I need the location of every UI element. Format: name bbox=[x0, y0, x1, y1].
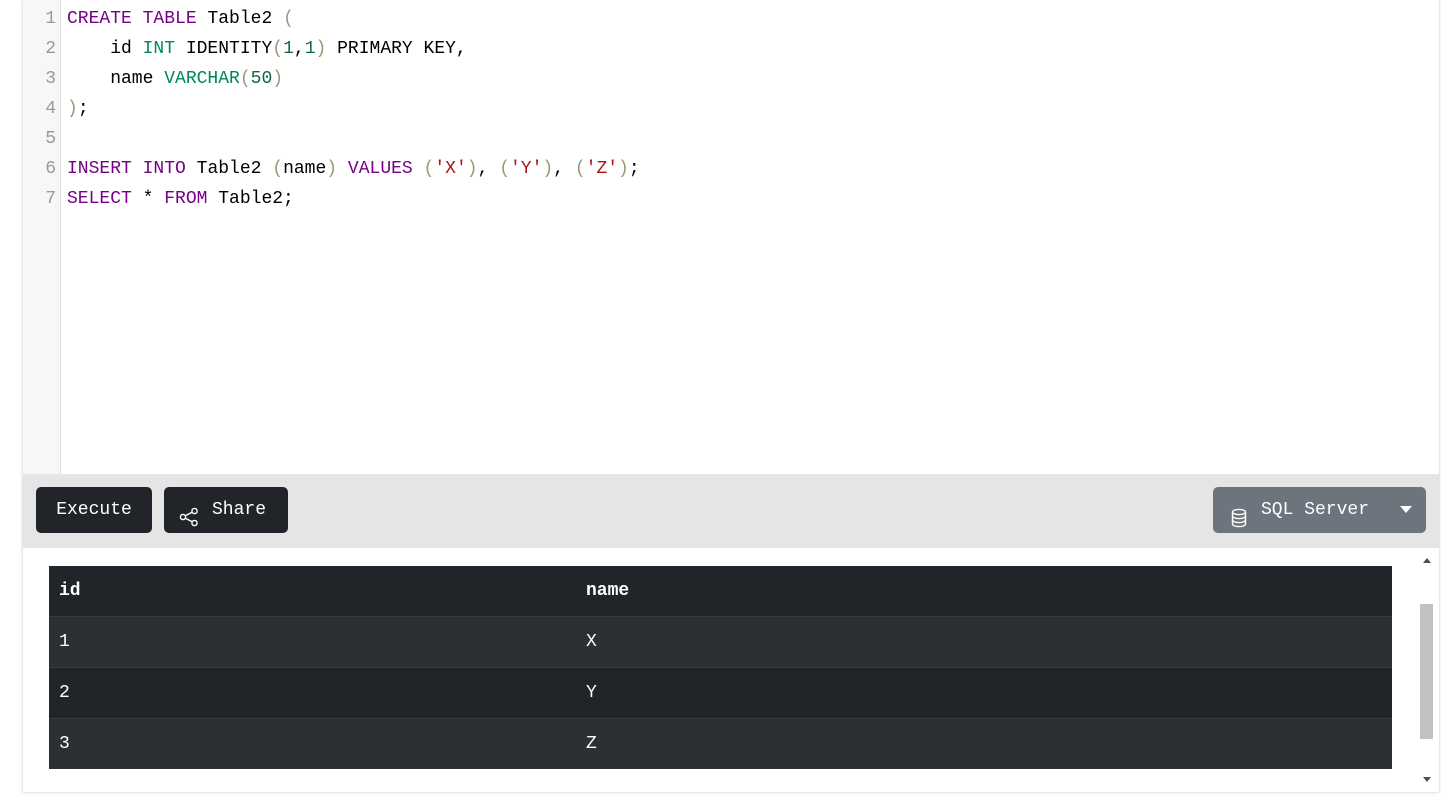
share-icon bbox=[179, 500, 199, 546]
code-token: ) bbox=[315, 39, 327, 59]
code-token: INSERT bbox=[67, 159, 132, 179]
code-token: 'X' bbox=[434, 159, 467, 179]
code-token: 1 bbox=[283, 39, 294, 59]
code-token: 'Z' bbox=[585, 159, 619, 179]
table-cell-name: X bbox=[576, 616, 1392, 668]
code-token: Table2 bbox=[185, 159, 273, 179]
code-token: VARCHAR bbox=[164, 69, 240, 89]
code-token: CREATE bbox=[67, 9, 132, 29]
code-token: ) bbox=[466, 159, 478, 179]
code-token: 'Y' bbox=[510, 159, 543, 179]
results-panel: id name 1 X 2 Y 3 Z bbox=[23, 548, 1439, 792]
table-cell-name: Y bbox=[576, 667, 1392, 719]
code-token: ( bbox=[272, 159, 284, 179]
code-token: , bbox=[293, 39, 305, 59]
code-token: ( bbox=[499, 159, 510, 179]
line-number: 1 bbox=[45, 9, 56, 29]
line-number: 4 bbox=[45, 99, 56, 119]
code-token: ) bbox=[272, 69, 284, 89]
code-token: ) bbox=[326, 159, 338, 179]
code-token: , bbox=[477, 159, 500, 179]
code-token: name bbox=[283, 159, 327, 179]
table-row: 1 X bbox=[49, 616, 1392, 668]
code-token: ( bbox=[283, 9, 294, 29]
line-number: 5 bbox=[45, 129, 56, 149]
database-select-button[interactable]: SQL Server bbox=[1213, 487, 1426, 533]
code-token: ; bbox=[77, 99, 89, 119]
code-token: 1 bbox=[304, 39, 316, 59]
code-token: ) bbox=[618, 159, 629, 179]
table-cell-name: Z bbox=[576, 718, 1392, 769]
code-token: ( bbox=[574, 159, 586, 179]
code-token: INTO bbox=[142, 159, 186, 179]
code-token: PRIMARY KEY, bbox=[326, 39, 467, 59]
line-code: name VARCHAR(50) bbox=[67, 64, 283, 94]
code-token: FROM bbox=[164, 189, 208, 209]
line-code: SELECT * FROM Table2; bbox=[67, 184, 294, 214]
code-token: ( bbox=[239, 69, 251, 89]
code-token: ) bbox=[542, 159, 554, 179]
line-number: 6 bbox=[45, 159, 56, 179]
code-token: , bbox=[553, 159, 575, 179]
code-token: Table2 bbox=[196, 9, 284, 29]
scroll-down-arrow-icon[interactable] bbox=[1423, 777, 1431, 782]
toolbar: Execute Share SQL Server bbox=[23, 474, 1439, 548]
code-token: ) bbox=[67, 99, 78, 119]
code-token: VALUES bbox=[347, 159, 413, 179]
table-row: 2 Y bbox=[49, 667, 1392, 719]
app-frame: 1 CREATE TABLE Table2 (2 id INT IDENTITY(… bbox=[23, 0, 1439, 792]
code-token: ; bbox=[628, 159, 640, 179]
code-token: IDENTITY bbox=[175, 39, 273, 59]
code-token: 50 bbox=[250, 69, 273, 89]
line-number: 3 bbox=[45, 69, 56, 89]
line-code: id INT IDENTITY(1,1) PRIMARY KEY, bbox=[67, 34, 467, 64]
table-cell-id: 2 bbox=[49, 667, 576, 719]
caret-down-icon bbox=[1400, 506, 1412, 513]
table-row: 3 Z bbox=[49, 718, 1392, 769]
line-number: 7 bbox=[45, 189, 56, 209]
scrollbar-thumb[interactable] bbox=[1420, 604, 1433, 739]
sql-editor[interactable]: 1 CREATE TABLE Table2 (2 id INT IDENTITY(… bbox=[23, 0, 1439, 474]
code-token: * bbox=[131, 189, 165, 209]
code-token: INT bbox=[142, 39, 176, 59]
line-number: 2 bbox=[45, 39, 56, 59]
results-scrollbar[interactable] bbox=[1416, 548, 1439, 792]
database-icon bbox=[1230, 501, 1248, 547]
line-code: INSERT INTO Table2 (name) VALUES ('X'), … bbox=[67, 154, 640, 184]
code-token: ( bbox=[423, 159, 435, 179]
share-button[interactable]: Share bbox=[164, 487, 288, 533]
share-button-label: Share bbox=[212, 500, 267, 520]
scroll-up-arrow-icon[interactable] bbox=[1423, 558, 1431, 563]
code-token: name bbox=[67, 69, 165, 89]
code-token: ( bbox=[272, 39, 284, 59]
code-token: SELECT bbox=[67, 189, 132, 209]
column-header-name: name bbox=[576, 566, 1392, 617]
table-cell-id: 3 bbox=[49, 718, 576, 769]
table-header-row: id name bbox=[49, 566, 1392, 617]
database-select-label: SQL Server bbox=[1261, 500, 1370, 520]
code-token: id bbox=[67, 39, 143, 59]
code-token: TABLE bbox=[142, 9, 197, 29]
results-table: id name 1 X 2 Y 3 Z bbox=[49, 566, 1392, 769]
line-code: CREATE TABLE Table2 ( bbox=[67, 4, 294, 34]
line-code: ); bbox=[67, 94, 89, 124]
execute-button[interactable]: Execute bbox=[36, 487, 152, 533]
code-token: Table2; bbox=[207, 189, 294, 209]
table-cell-id: 1 bbox=[49, 616, 576, 668]
column-header-id: id bbox=[49, 566, 576, 617]
